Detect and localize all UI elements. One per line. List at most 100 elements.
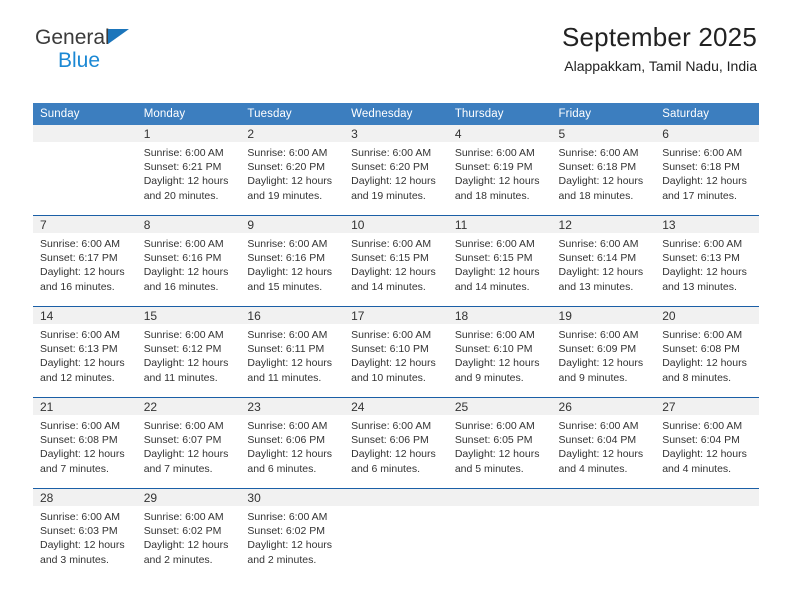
day-number: 23 [240, 398, 345, 415]
calendar-day-cell[interactable]: 21 Sunrise: 6:00 AM Sunset: 6:08 PM Dayligh… [33, 397, 137, 489]
day-number: 29 [136, 489, 241, 506]
calendar-day-cell[interactable]: 25 Sunrise: 6:00 AM Sunset: 6:05 PM Dayligh… [447, 397, 552, 489]
sunrise-text: Sunrise: 6:00 AM [40, 329, 120, 341]
sunset-text: Sunset: 6:13 PM [662, 252, 740, 265]
sunset-text: Sunset: 6:10 PM [454, 343, 533, 356]
daylight-text-line1: Daylight: 12 hours [143, 266, 229, 279]
calendar-day-cell-empty [447, 488, 552, 579]
day-number: 5 [551, 125, 656, 142]
calendar-day-cell[interactable]: 19 Sunrise: 6:00 AM Sunset: 6:09 PM Dayligh… [551, 306, 656, 398]
calendar-day-cell[interactable]: 26 Sunrise: 6:00 AM Sunset: 6:04 PM Dayligh… [551, 397, 656, 489]
logo-triangle-icon [108, 29, 129, 44]
calendar-day-cell[interactable]: 15 Sunrise: 6:00 AM Sunset: 6:12 PM Dayligh… [136, 306, 241, 398]
daylight-text-line1: Daylight: 12 hours [558, 175, 644, 188]
calendar-day-cell[interactable]: 2 Sunrise: 6:00 AM Sunset: 6:20 PM Daylight… [240, 125, 345, 216]
weekday-header-saturday: Saturday [655, 103, 759, 125]
sunset-text: Sunset: 6:08 PM [40, 434, 118, 447]
calendar-day-cell[interactable]: 5 Sunrise: 6:00 AM Sunset: 6:18 PM Daylight… [551, 125, 656, 216]
sunset-text: Sunset: 6:16 PM [247, 252, 326, 265]
calendar-day-cell[interactable]: 11 Sunrise: 6:00 AM Sunset: 6:15 PM Dayligh… [447, 215, 552, 307]
sunrise-text: Sunrise: 6:00 AM [558, 420, 639, 432]
calendar-day-cell[interactable]: 3 Sunrise: 6:00 AM Sunset: 6:20 PM Daylight… [344, 125, 448, 216]
day-details: Sunrise: 6:00 AM Sunset: 6:21 PM Daylight:… [137, 142, 241, 203]
calendar-day-cell[interactable]: 28 Sunrise: 6:00 AM Sunset: 6:03 PM Dayligh… [33, 488, 137, 579]
calendar-day-cell[interactable]: 4 Sunrise: 6:00 AM Sunset: 6:19 PM Daylight… [447, 125, 552, 216]
day-number: 25 [447, 398, 552, 415]
daylight-text-line2: and 15 minutes. [247, 280, 323, 293]
day-number: 6 [655, 125, 759, 142]
daylight-text-line2: and 5 minutes. [454, 462, 524, 475]
daylight-text-line1: Daylight: 12 hours [351, 448, 436, 461]
calendar-day-cell[interactable]: 17 Sunrise: 6:00 AM Sunset: 6:10 PM Dayligh… [344, 306, 448, 398]
calendar-day-cell[interactable]: 8 Sunrise: 6:00 AM Sunset: 6:16 PM Daylight… [136, 215, 241, 307]
daylight-text-line1: Daylight: 12 hours [247, 539, 333, 552]
day-details: Sunrise: 6:00 AM Sunset: 6:12 PM Daylight:… [137, 324, 241, 385]
daylight-text-line1: Daylight: 12 hours [143, 539, 229, 552]
calendar-day-cell[interactable]: 16 Sunrise: 6:00 AM Sunset: 6:11 PM Dayligh… [240, 306, 345, 398]
daylight-text-line2: and 17 minutes. [662, 189, 737, 202]
sunset-text: Sunset: 6:14 PM [558, 252, 637, 265]
sunrise-text: Sunrise: 6:00 AM [143, 420, 224, 432]
daylight-text-line1: Daylight: 12 hours [662, 448, 747, 461]
sunset-text: Sunset: 6:04 PM [662, 434, 740, 447]
daylight-text-line1: Daylight: 12 hours [40, 357, 125, 370]
day-number: 28 [33, 489, 137, 506]
calendar-day-cell[interactable]: 30 Sunrise: 6:00 AM Sunset: 6:02 PM Dayligh… [240, 488, 345, 579]
day-details: Sunrise: 6:00 AM Sunset: 6:18 PM Daylight:… [552, 142, 656, 203]
calendar-day-cell[interactable]: 20 Sunrise: 6:00 AM Sunset: 6:08 PM Dayligh… [655, 306, 759, 398]
day-number: 11 [447, 216, 552, 233]
calendar-day-cell[interactable]: 14 Sunrise: 6:00 AM Sunset: 6:13 PM Dayligh… [33, 306, 137, 398]
daylight-text-line1: Daylight: 12 hours [662, 175, 747, 188]
sunset-text: Sunset: 6:21 PM [143, 161, 222, 174]
sunset-text: Sunset: 6:17 PM [40, 252, 118, 265]
daylight-text-line1: Daylight: 12 hours [454, 448, 540, 461]
sunset-text: Sunset: 6:02 PM [143, 525, 222, 538]
day-number: 20 [655, 307, 759, 324]
day-number: 30 [240, 489, 345, 506]
daylight-text-line1: Daylight: 12 hours [143, 175, 229, 188]
calendar-day-cell[interactable]: 29 Sunrise: 6:00 AM Sunset: 6:02 PM Dayligh… [136, 488, 241, 579]
day-details: Sunrise: 6:00 AM Sunset: 6:07 PM Daylight:… [137, 415, 241, 476]
calendar-day-cell[interactable]: 6 Sunrise: 6:00 AM Sunset: 6:18 PM Daylight… [655, 125, 759, 216]
calendar-page: General Blue September 2025 Alappakkam, … [0, 0, 792, 612]
calendar-day-cell[interactable]: 27 Sunrise: 6:00 AM Sunset: 6:04 PM Dayligh… [655, 397, 759, 489]
calendar-day-cell[interactable]: 9 Sunrise: 6:00 AM Sunset: 6:16 PM Daylight… [240, 215, 345, 307]
sunrise-text: Sunrise: 6:00 AM [662, 147, 743, 159]
sunset-text: Sunset: 6:18 PM [662, 161, 740, 174]
sunrise-text: Sunrise: 6:00 AM [351, 329, 432, 341]
calendar-day-cell[interactable]: 24 Sunrise: 6:00 AM Sunset: 6:06 PM Dayligh… [344, 397, 448, 489]
daylight-text-line2: and 6 minutes. [351, 462, 420, 475]
calendar-day-cell[interactable]: 1 Sunrise: 6:00 AM Sunset: 6:21 PM Daylight… [136, 125, 241, 216]
day-details: Sunrise: 6:00 AM Sunset: 6:15 PM Daylight:… [344, 233, 448, 294]
daylight-text-line2: and 11 minutes. [247, 371, 322, 384]
calendar-week-row: 1 Sunrise: 6:00 AM Sunset: 6:21 PM Daylight… [33, 125, 759, 216]
daylight-text-line1: Daylight: 12 hours [558, 448, 644, 461]
sunset-text: Sunset: 6:04 PM [558, 434, 637, 447]
generalblue-logo[interactable]: General Blue [35, 27, 235, 71]
day-details: Sunrise: 6:00 AM Sunset: 6:09 PM Daylight:… [552, 324, 656, 385]
day-details: Sunrise: 6:00 AM Sunset: 6:18 PM Daylight:… [655, 142, 759, 203]
calendar-day-cell[interactable]: 18 Sunrise: 6:00 AM Sunset: 6:10 PM Dayligh… [447, 306, 552, 398]
day-details: Sunrise: 6:00 AM Sunset: 6:06 PM Daylight:… [240, 415, 344, 476]
sunset-text: Sunset: 6:08 PM [662, 343, 740, 356]
calendar-day-cell[interactable]: 12 Sunrise: 6:00 AM Sunset: 6:14 PM Dayligh… [551, 215, 656, 307]
calendar-day-cell[interactable]: 10 Sunrise: 6:00 AM Sunset: 6:15 PM Dayligh… [344, 215, 448, 307]
day-number: 9 [240, 216, 345, 233]
day-number [655, 489, 759, 506]
calendar-day-cell[interactable]: 23 Sunrise: 6:00 AM Sunset: 6:06 PM Dayligh… [240, 397, 345, 489]
daylight-text-line2: and 6 minutes. [247, 462, 317, 475]
day-number: 24 [344, 398, 448, 415]
day-number: 2 [240, 125, 345, 142]
calendar-day-cell[interactable]: 22 Sunrise: 6:00 AM Sunset: 6:07 PM Dayligh… [136, 397, 241, 489]
calendar-day-cell[interactable]: 13 Sunrise: 6:00 AM Sunset: 6:13 PM Dayligh… [655, 215, 759, 307]
day-details: Sunrise: 6:00 AM Sunset: 6:20 PM Daylight:… [344, 142, 448, 203]
sunset-text: Sunset: 6:06 PM [247, 434, 326, 447]
calendar-day-cell[interactable]: 7 Sunrise: 6:00 AM Sunset: 6:17 PM Daylight… [33, 215, 137, 307]
daylight-text-line1: Daylight: 12 hours [351, 357, 436, 370]
day-details: Sunrise: 6:00 AM Sunset: 6:13 PM Daylight:… [33, 324, 137, 385]
sunrise-text: Sunrise: 6:00 AM [40, 511, 120, 523]
day-details: Sunrise: 6:00 AM Sunset: 6:20 PM Daylight:… [240, 142, 344, 203]
sunrise-text: Sunrise: 6:00 AM [351, 420, 432, 432]
daylight-text-line2: and 14 minutes. [351, 280, 426, 293]
day-number: 4 [447, 125, 552, 142]
